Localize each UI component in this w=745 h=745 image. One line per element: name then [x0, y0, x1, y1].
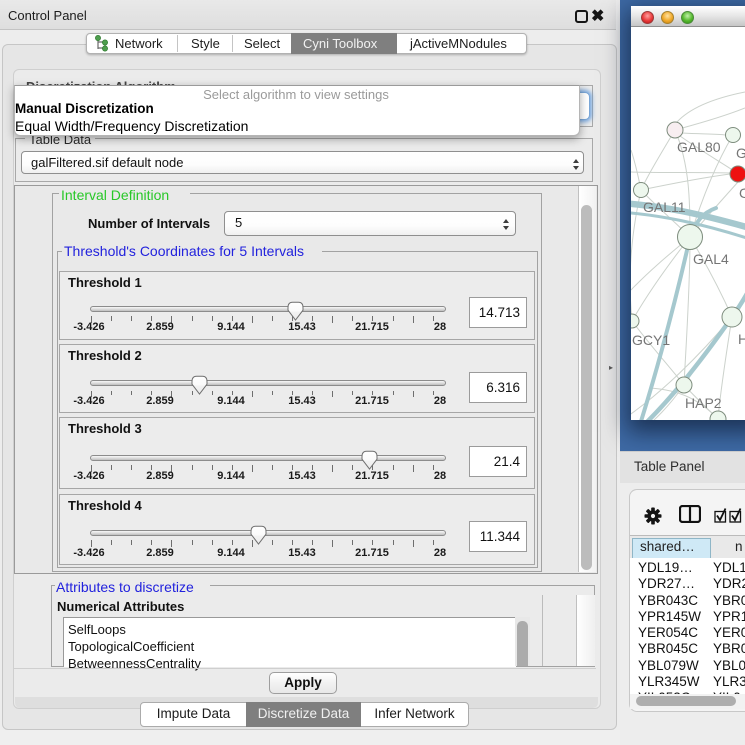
svg-text:C: C: [739, 185, 745, 201]
svg-text:GAL80: GAL80: [677, 139, 721, 155]
svg-text:GAL4: GAL4: [693, 251, 729, 267]
svg-text:HAP2: HAP2: [685, 395, 722, 411]
svg-text:GAL11: GAL11: [643, 199, 686, 215]
svg-text:GA: GA: [736, 145, 745, 161]
svg-text:GCY1: GCY1: [632, 332, 670, 348]
svg-text:H: H: [738, 331, 745, 347]
